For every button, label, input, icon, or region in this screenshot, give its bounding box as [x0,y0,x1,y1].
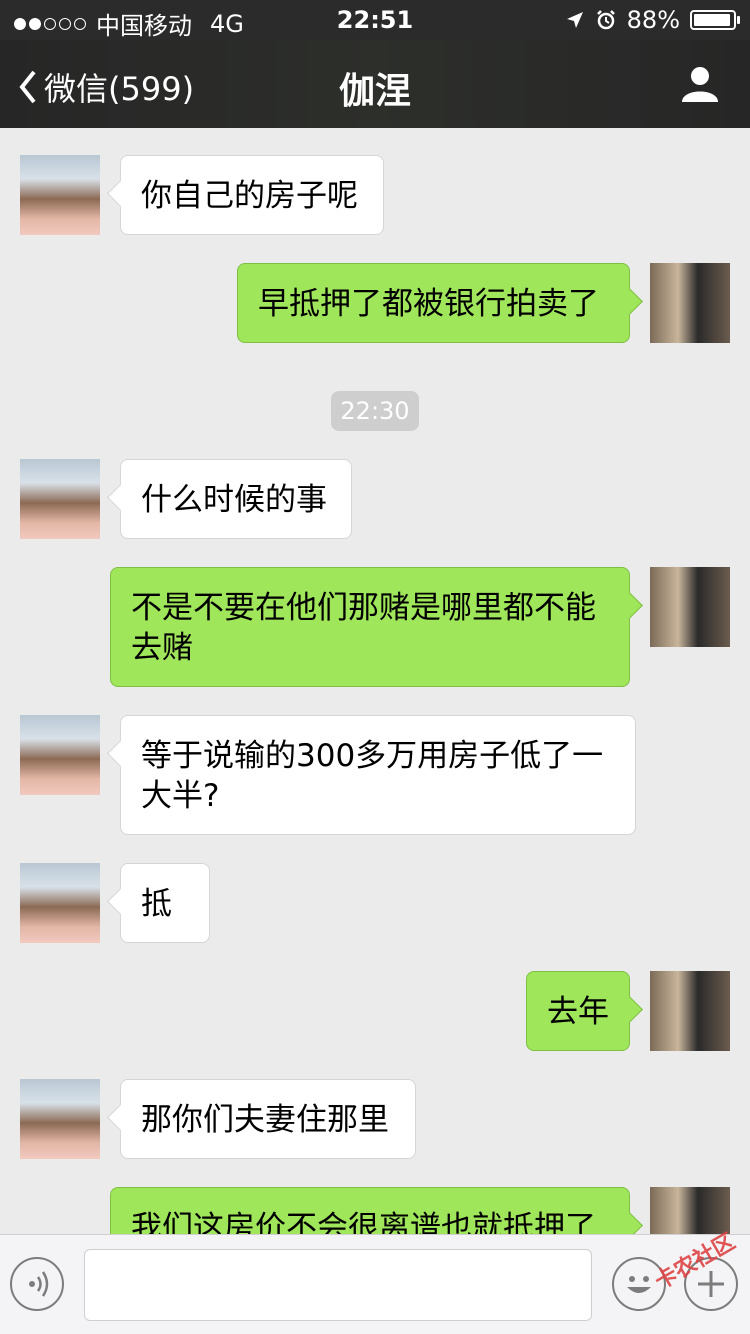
message-text: 我们这房价不会很离谱也就抵押了 [131,1210,596,1234]
contact-avatar[interactable] [20,459,100,539]
contact-avatar[interactable] [20,863,100,943]
message-text: 早抵押了都被银行拍卖了 [258,286,599,322]
contact-avatar[interactable] [20,155,100,235]
message-bubble-incoming[interactable]: 你自己的房子呢 [120,155,384,235]
voice-input-button[interactable] [10,1257,64,1311]
my-avatar[interactable] [650,263,730,343]
status-right: 88% [565,6,740,34]
battery-icon [690,10,740,30]
message-bubble-outgoing[interactable]: 早抵押了都被银行拍卖了 [237,263,630,343]
chat-messages[interactable]: 你自己的房子呢 早抵押了都被银行拍卖了 22:30 什么时候的事 不是不要在他们… [0,128,750,1234]
message-bubble-outgoing[interactable]: 去年 [526,971,630,1051]
battery-percent: 88% [626,6,680,34]
input-bar [0,1234,750,1334]
contact-avatar[interactable] [20,715,100,795]
message-text: 抵 [141,886,172,922]
message-bubble-outgoing[interactable]: 不是不要在他们那赌是哪里都不能去赌 [110,567,630,687]
message-text: 你自己的房子呢 [141,178,358,214]
message-bubble-incoming[interactable]: 等于说输的300多万用房子低了一大半? [120,715,636,835]
location-arrow-icon [566,12,583,28]
message-text: 那你们夫妻住那里 [141,1102,389,1138]
message-text: 去年 [547,994,609,1030]
message-bubble-incoming[interactable]: 什么时候的事 [120,459,352,539]
message-text: 不是不要在他们那赌是哪里都不能去赌 [131,590,596,666]
message-input[interactable] [84,1249,592,1321]
status-bar: 中国移动 4G 22:51 88% [0,0,750,40]
contact-avatar[interactable] [20,1079,100,1159]
message-text: 什么时候的事 [141,482,327,518]
message-text: 等于说输的300多万用房子低了一大半? [141,738,604,814]
message-bubble-incoming[interactable]: 那你们夫妻住那里 [120,1079,416,1159]
message-bubble-incoming[interactable]: 抵 [120,863,210,943]
voice-icon [29,1271,49,1297]
alarm-icon [596,10,615,30]
chat-title: 伽涅 [338,71,411,112]
chat-navbar: 微信(599) 伽涅 [0,40,750,128]
chat-timestamp: 22:30 [331,391,419,431]
my-avatar[interactable] [650,971,730,1051]
message-bubble-outgoing[interactable]: 我们这房价不会很离谱也就抵押了 [110,1187,630,1234]
profile-icon[interactable] [680,64,720,104]
my-avatar[interactable] [650,567,730,647]
